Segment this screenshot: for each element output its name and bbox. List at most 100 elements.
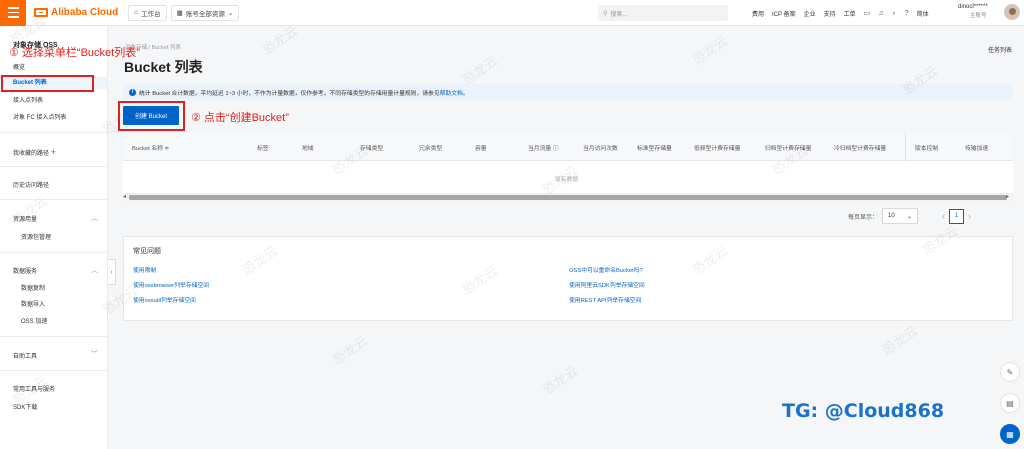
sidebar-item-sdk-download[interactable]: SDK下载 <box>13 402 37 411</box>
column-header-ia-usage: 低频型计费存储量 <box>694 146 741 152</box>
workbench-button[interactable]: ⌂ 工作台 <box>128 4 167 21</box>
search-icon: ⚲ <box>603 10 608 17</box>
sidebar-divider <box>0 370 107 371</box>
hamburger-menu-button[interactable] <box>0 0 26 26</box>
home-icon: ⌂ <box>134 9 139 16</box>
edit-feedback-icon[interactable]: ✎ <box>1000 362 1020 382</box>
sidebar-divider <box>0 252 107 253</box>
sidebar-item-common-tools[interactable]: 常用工具与服务 <box>13 384 55 393</box>
avatar[interactable] <box>1004 4 1020 20</box>
sidebar-divider <box>0 132 107 133</box>
sidebar-collapse-button[interactable]: ‹ <box>108 259 116 285</box>
topbar-links: 费用 ICP 备案 企业 支持 工单 ▭ ♫ ♁ ? 简体 <box>752 0 929 26</box>
sidebar-item-resource-pkg[interactable]: 资源包管理 <box>21 232 51 241</box>
sidebar-item-self-tools[interactable]: 自助工具 <box>13 351 37 360</box>
sidebar-item-resource-usage[interactable]: 资源用量 <box>13 214 37 223</box>
sidebar-divider <box>0 199 107 200</box>
chevron-up-icon[interactable]: ︿ <box>91 265 98 275</box>
user-info[interactable]: dinocl****** 主账号 <box>958 3 988 21</box>
sidebar-item-fc-access-points[interactable]: 对象 FC 接入点列表 <box>13 112 66 121</box>
sidebar-item-favorites[interactable]: 我收藏的路径 + <box>13 147 56 157</box>
column-header-region: 地域 <box>302 146 314 152</box>
screen-icon[interactable]: ▭ <box>864 9 871 17</box>
help-icon[interactable]: ? <box>905 10 909 17</box>
sidebar-item-oss-accel[interactable]: OSS 加速 <box>21 316 47 325</box>
column-header-requests: 当月访问次数 <box>583 146 618 152</box>
sidebar-item-data-service[interactable]: 数据服务 <box>13 266 37 275</box>
alibaba-cloud-logo[interactable]: Alibaba Cloud <box>34 7 118 18</box>
chat-icon[interactable]: ▤ <box>1000 393 1020 413</box>
scroll-right-icon[interactable]: ▸ <box>1006 193 1009 200</box>
pagination: 每页显示： 10 ⌄ ‹ 1 › <box>848 208 971 224</box>
page-size-label: 每页显示： <box>848 214 879 221</box>
column-header-storage-class: 存储类型 <box>360 146 384 152</box>
oss-console: Alibaba Cloud ⌂ 工作台 ▦ 账号全部资源 ⌄ ⚲ 搜索... 费… <box>0 0 1024 449</box>
faq-link[interactable]: 使用REST API列举存储空间 <box>569 295 641 304</box>
annotation-step2: ② 点击“创建Bucket” <box>191 112 289 124</box>
faq-link[interactable]: 使用ossbrowser列举存储空间 <box>133 280 209 289</box>
table-horizontal-scrollbar[interactable]: ◂ ▸ <box>123 194 1013 201</box>
info-icon: i <box>129 88 136 96</box>
faq-panel: 常见问题 使用限制 使用ossbrowser列举存储空间 使用ossutil列举… <box>123 236 1013 321</box>
task-list-link[interactable]: 任务列表 <box>988 45 1012 54</box>
user-role: 主账号 <box>970 13 987 19</box>
sidebar-item-history[interactable]: 历史访问路径 <box>13 180 49 189</box>
logo-icon <box>34 8 48 17</box>
column-header-name[interactable]: Bucket 名称 ≑ <box>132 143 169 152</box>
scroll-left-icon[interactable]: ◂ <box>123 193 126 200</box>
chevron-down-icon: ⌄ <box>227 9 234 17</box>
grid-icon: ▦ <box>176 9 183 17</box>
ticket-link[interactable]: 工单 <box>844 9 856 18</box>
main-content: 对象存储 / Bucket 列表 Bucket 列表 任务列表 i 统计 Buc… <box>116 26 1024 449</box>
column-header-tag: 标签 <box>257 146 269 152</box>
next-page-button[interactable]: › <box>968 211 971 221</box>
sidebar-item-overview[interactable]: 概览 <box>13 62 25 71</box>
column-header-std-usage: 标准型存储量 <box>637 146 672 152</box>
billing-link[interactable]: 费用 <box>752 9 764 18</box>
faq-link[interactable]: OSS中可以重命名Bucket吗? <box>569 265 643 274</box>
faq-link[interactable]: 使用ossutil列举存储空间 <box>133 295 196 304</box>
bell-icon[interactable]: ♫ <box>878 10 883 17</box>
support-link[interactable]: 支持 <box>824 9 836 18</box>
telegram-handle: TG: @Cloud868 <box>782 400 945 422</box>
prev-page-button[interactable]: ‹ <box>942 211 945 221</box>
column-header-cold-usage: 冷归档型计费存储量 <box>834 146 887 152</box>
page-number-button[interactable]: 1 <box>949 208 965 224</box>
annotation-box-bucket-list <box>1 75 94 92</box>
column-header-versioning: 版本控制 <box>915 146 939 152</box>
bucket-table-body: 没有数据 <box>123 161 1013 194</box>
column-divider <box>905 133 906 161</box>
faq-link[interactable]: 使用限制 <box>133 265 156 274</box>
chevron-left-icon: ‹ <box>110 268 113 276</box>
global-search-input[interactable]: ⚲ 搜索... <box>598 5 728 21</box>
sidebar-divider <box>0 336 107 337</box>
chevron-up-icon[interactable]: ︿ <box>91 213 98 223</box>
enterprise-link[interactable]: 企业 <box>804 9 816 18</box>
page-title: Bucket 列表 <box>124 59 203 75</box>
sidebar-item-data-import[interactable]: 数据导入 <box>21 299 45 308</box>
language-switch[interactable]: 简体 <box>917 9 929 18</box>
faq-title: 常见问题 <box>133 248 161 255</box>
user-name: dinocl****** <box>958 4 988 10</box>
annotation-box-create-button <box>118 101 185 131</box>
column-header-redundancy: 冗余类型 <box>419 146 443 152</box>
plus-icon[interactable]: + <box>51 147 56 157</box>
lightbulb-icon[interactable]: ♁ <box>892 10 897 17</box>
empty-state-text: 没有数据 <box>555 177 579 183</box>
apps-grid-icon[interactable]: ▦ <box>1000 424 1020 444</box>
sidebar-item-data-replication[interactable]: 数据复制 <box>21 283 45 292</box>
icp-link[interactable]: ICP 备案 <box>772 9 796 18</box>
column-header-traffic[interactable]: 当月流量 ⓘ <box>528 143 559 152</box>
chevron-down-icon: ⌄ <box>906 213 913 220</box>
resource-scope-select[interactable]: ▦ 账号全部资源 ⌄ <box>170 4 240 21</box>
chevron-down-icon[interactable]: ﹀ <box>91 349 98 359</box>
help-doc-link[interactable]: 帮助文档 <box>440 91 463 97</box>
sidebar-item-access-points[interactable]: 接入点列表 <box>13 95 43 104</box>
page-size-select[interactable]: 10 ⌄ <box>882 208 919 224</box>
bucket-table-header: Bucket 名称 ≑ 标签 地域 存储类型 冗余类型 容量 当月流量 ⓘ 当月… <box>123 133 1013 161</box>
scrollbar-thumb[interactable] <box>129 195 1007 200</box>
faq-link[interactable]: 使用阿里云SDK列举存储空间 <box>569 280 645 289</box>
column-header-accel: 传输加速 <box>965 146 989 152</box>
column-header-capacity: 容量 <box>475 146 487 152</box>
info-notice: i 统计 Bucket 合计数据，平均延迟 1~3 小时，不作为计量数据，仅作参… <box>123 84 1013 100</box>
